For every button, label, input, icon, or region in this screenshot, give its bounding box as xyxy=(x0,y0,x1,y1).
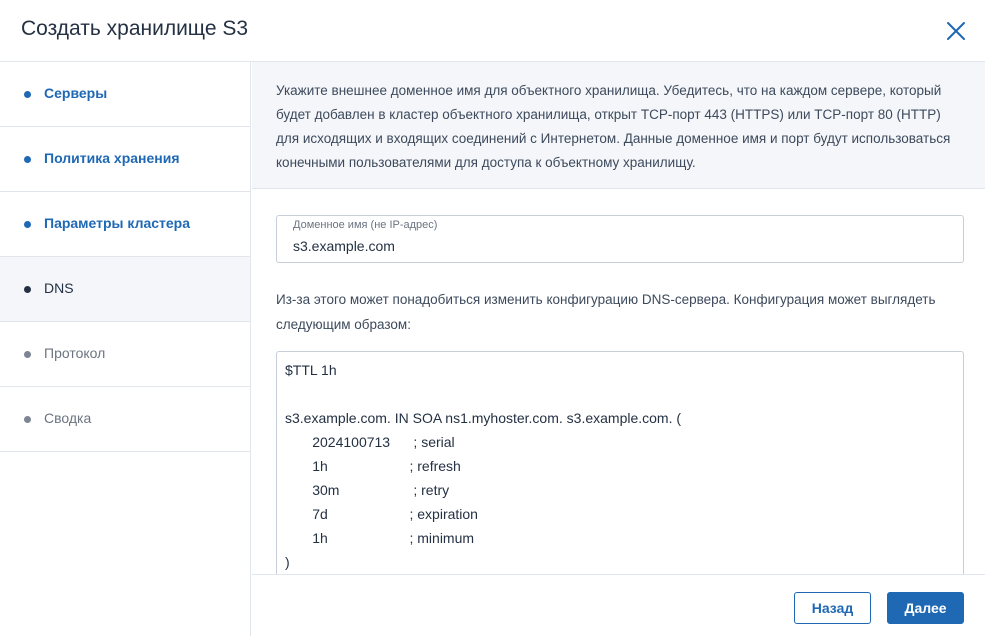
step-done-dot-icon xyxy=(24,156,31,163)
step-label: Серверы xyxy=(44,85,108,101)
info-text: Укажите внешнее доменное имя для объектн… xyxy=(276,83,951,170)
info-banner: Укажите внешнее доменное имя для объектн… xyxy=(252,62,985,189)
config-line: $TTL 1h xyxy=(285,362,337,378)
step-done-dot-icon xyxy=(24,221,31,228)
domain-name-input[interactable]: s3.example.com xyxy=(293,238,395,254)
step-pending-dot-icon xyxy=(24,351,31,358)
dns-hint: Из-за этого может понадобиться изменить … xyxy=(276,292,936,332)
domain-name-field[interactable]: Доменное имя (не IP-адрес) s3.example.co… xyxy=(276,215,964,263)
config-line: 30m ; retry xyxy=(285,482,450,498)
config-line: 1h ; minimum xyxy=(285,530,475,546)
dialog-footer: Назад Далее xyxy=(252,574,985,636)
back-button[interactable]: Назад xyxy=(794,592,871,624)
step-pending-dot-icon xyxy=(24,416,31,423)
step-done-dot-icon xyxy=(24,91,31,98)
dialog-title: Создать хранилище S3 xyxy=(21,17,249,40)
domain-name-label: Доменное имя (не IP-адрес) xyxy=(293,219,438,231)
config-line: 1h ; refresh xyxy=(285,458,461,474)
dialog-header: Создать хранилище S3 xyxy=(0,0,985,62)
step-label: Параметры кластера xyxy=(44,215,191,231)
step-label: Политика хранения xyxy=(44,150,180,166)
config-line: 7d ; expiration xyxy=(285,506,478,522)
dns-step-content: Укажите внешнее доменное имя для объектн… xyxy=(252,62,985,574)
step-label: DNS xyxy=(44,280,74,296)
step-servers[interactable]: Серверы xyxy=(0,62,250,127)
config-line: ) xyxy=(285,554,290,570)
dns-config-textarea[interactable]: $TTL 1h s3.example.com. IN SOA ns1.myhos… xyxy=(276,351,964,574)
step-cluster-parameters[interactable]: Параметры кластера xyxy=(0,192,250,257)
close-icon[interactable] xyxy=(942,17,970,45)
config-line xyxy=(285,382,955,406)
config-line: 2024100713 ; serial xyxy=(285,434,455,450)
step-storage-policy[interactable]: Политика хранения xyxy=(0,127,250,192)
config-line: s3.example.com. IN SOA ns1.myhoster.com.… xyxy=(285,410,682,426)
step-label: Протокол xyxy=(44,345,106,361)
step-protocol: Протокол xyxy=(0,322,250,387)
next-button[interactable]: Далее xyxy=(887,592,964,624)
step-label: Сводка xyxy=(44,410,92,426)
wizard-steps-sidebar: Серверы Политика хранения Параметры клас… xyxy=(0,62,251,636)
step-summary: Сводка xyxy=(0,387,250,452)
step-active-dot-icon xyxy=(24,286,31,293)
step-dns[interactable]: DNS xyxy=(0,257,250,322)
